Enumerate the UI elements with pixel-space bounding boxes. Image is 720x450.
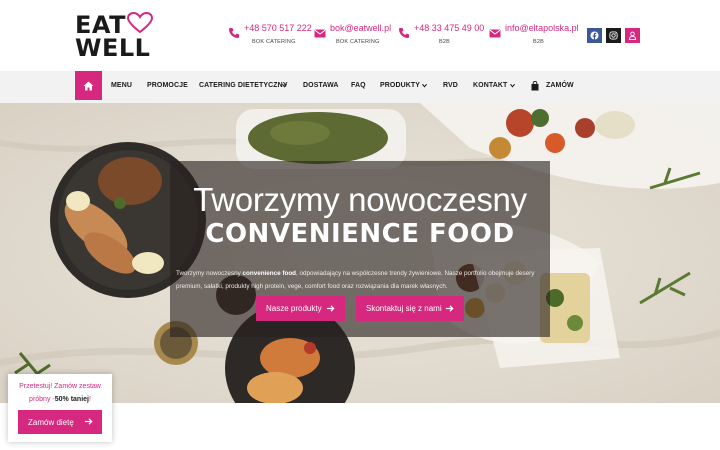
contact-sub: B2B <box>439 39 450 45</box>
chevron-down-icon <box>282 83 287 88</box>
hero-section: Tworzymy nowoczesny CONVENIENCE FOOD Two… <box>0 103 720 403</box>
contact-main: +48 570 517 222 <box>244 23 312 33</box>
logo-line2: WELL <box>75 34 151 62</box>
account-link[interactable] <box>625 28 640 43</box>
instagram-link[interactable] <box>606 28 621 43</box>
nav-item-produkty[interactable]: PRODUKTY <box>380 82 420 89</box>
contact-us-label: Skontaktuj się z nami <box>366 304 442 313</box>
arrow-right-icon <box>326 305 335 312</box>
promo-popup: Przetestuj! Zamów zestaw próbny -50% tan… <box>8 374 112 442</box>
instagram-icon <box>609 31 618 40</box>
top-header: EAT WELL +48 570 517 222 BOK CATERING bo… <box>0 0 720 71</box>
eatwell-logo[interactable]: EAT WELL <box>75 12 155 60</box>
nav-item-menu[interactable]: MENU <box>111 82 132 89</box>
nav-item-faq[interactable]: FAQ <box>351 82 366 89</box>
nav-item-catering[interactable]: CATERING DIETETYCZNY <box>199 82 288 89</box>
user-icon <box>628 31 637 40</box>
logo-line1: EAT <box>75 11 126 39</box>
nav-item-dostawa[interactable]: DOSTAWA <box>303 82 339 89</box>
promo-line2: próbny -50% taniej! <box>8 393 112 406</box>
promo-line1: Przetestuj! Zamów zestaw <box>19 383 101 390</box>
chevron-down-icon <box>422 83 427 88</box>
phone-icon <box>229 28 239 38</box>
contact-main: +48 33 475 49 00 <box>414 23 485 33</box>
contact-sub: BOK CATERING <box>336 39 380 45</box>
contact-sub: BOK CATERING <box>252 39 296 45</box>
heart-icon <box>127 12 153 34</box>
hero-description: Tworzymy nowoczesny convenience food, od… <box>176 267 548 293</box>
nav-item-zamow[interactable]: ZAMÓW <box>546 82 574 89</box>
main-nav: MENU PROMOCJE CATERING DIETETYCZNY DOSTA… <box>0 71 720 103</box>
promo-line2-before: próbny - <box>29 396 55 403</box>
promo-line2-bold: 50% taniej <box>54 396 89 403</box>
mail-icon <box>489 29 501 38</box>
contact-us-button[interactable]: Skontaktuj się z nami <box>356 296 464 321</box>
facebook-link[interactable] <box>587 28 602 43</box>
mail-icon <box>314 29 326 38</box>
our-products-label: Nasze produkty <box>266 304 322 313</box>
promo-line2-after: ! <box>88 396 91 403</box>
chevron-down-icon <box>510 83 515 88</box>
contact-email-b2b[interactable]: info@eltapolska.pl B2B <box>489 23 579 51</box>
promo-text: Przetestuj! Zamów zestaw próbny -50% tan… <box>8 380 112 406</box>
hero-desc-bold: convenience food <box>242 270 297 277</box>
hero-subtitle: CONVENIENCE FOOD <box>205 219 515 249</box>
nav-item-promocje[interactable]: PROMOCJE <box>147 82 188 89</box>
bag-icon <box>531 81 539 91</box>
contact-phone-b2b[interactable]: +48 33 475 49 00 B2B <box>398 23 484 51</box>
order-diet-label: Zamów dietę <box>28 417 74 427</box>
contact-email-bok[interactable]: bok@eatwell.pl BOK CATERING <box>314 23 392 51</box>
phone-icon <box>399 28 409 38</box>
hero-title: Tworzymy nowoczesny <box>193 181 527 218</box>
nav-item-kontakt[interactable]: KONTAKT <box>473 82 507 89</box>
contact-main: info@eltapolska.pl <box>505 23 579 33</box>
arrow-right-icon <box>445 305 454 312</box>
contact-main: bok@eatwell.pl <box>330 23 392 33</box>
order-diet-button[interactable]: Zamów dietę <box>18 410 102 434</box>
nav-item-rvd[interactable]: RVD <box>443 82 458 89</box>
contact-phone-bok[interactable]: +48 570 517 222 BOK CATERING <box>228 23 312 51</box>
home-icon <box>83 81 94 90</box>
our-products-button[interactable]: Nasze produkty <box>256 296 345 321</box>
facebook-icon <box>590 31 599 40</box>
nav-home-button[interactable] <box>75 71 102 100</box>
contact-sub: B2B <box>533 39 544 45</box>
arrow-right-icon <box>84 418 93 425</box>
hero-desc-before: Tworzymy nowoczesny <box>176 270 243 277</box>
